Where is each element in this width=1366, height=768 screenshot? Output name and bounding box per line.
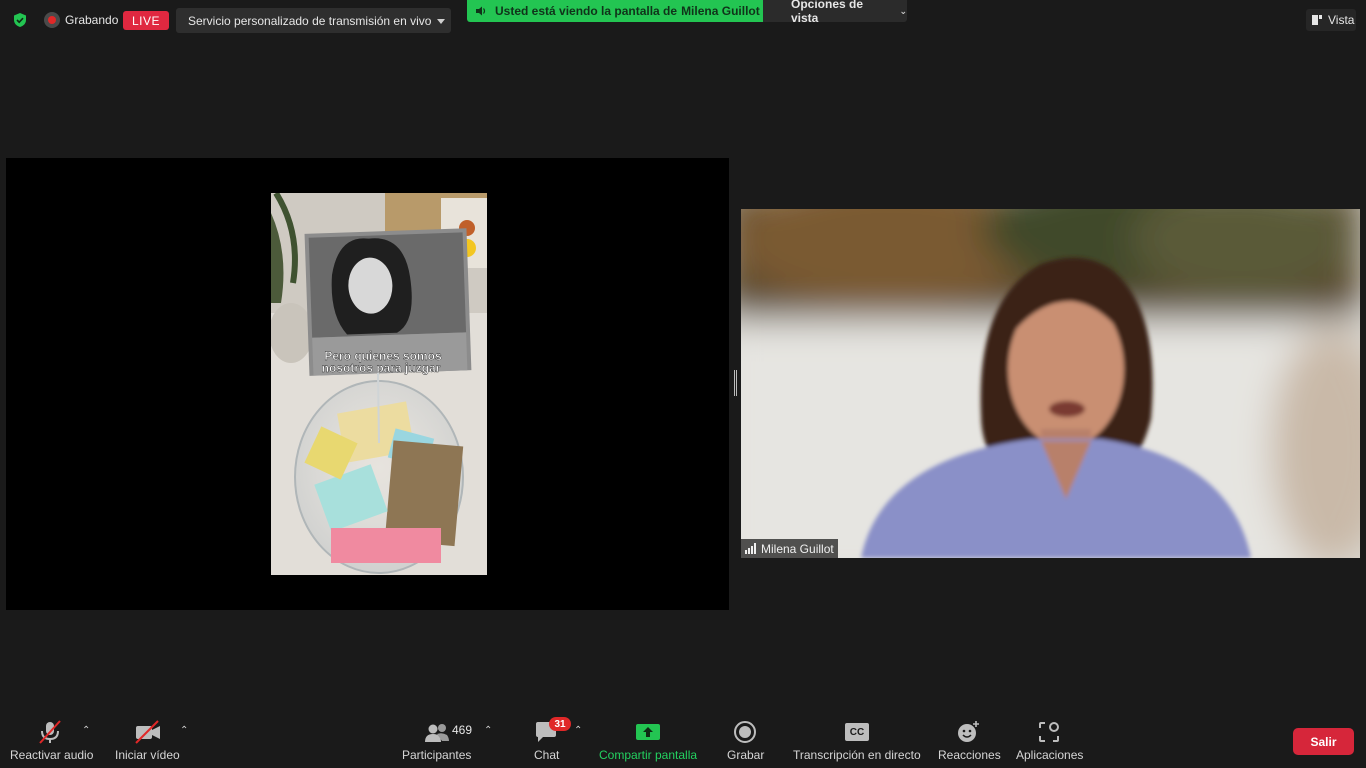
unmute-audio-label: Reactivar audio [10, 748, 94, 762]
shared-screen-image: Pero quienes somos nosotros para juzgar [271, 193, 487, 575]
zoom-meeting-window: Grabando LIVE Servicio personalizado de … [0, 0, 1366, 768]
stream-service-dropdown[interactable]: Servicio personalizado de transmisión en… [176, 8, 451, 33]
unmute-audio-button[interactable]: Reactivar audio [0, 712, 100, 768]
signal-strength-icon [745, 543, 756, 554]
recording-icon[interactable] [44, 12, 60, 28]
live-badge[interactable]: LIVE [123, 11, 169, 30]
apps-button[interactable]: Aplicaciones [1012, 712, 1086, 768]
chat-unread-badge: 31 [549, 717, 571, 731]
chevron-down-icon: ⌄ [899, 5, 907, 16]
share-screen-arrow-icon [636, 724, 660, 740]
share-banner-text: Usted está viendo la pantalla de [495, 4, 678, 18]
view-layout-button[interactable]: Vista [1306, 9, 1356, 31]
apps-label: Aplicaciones [1016, 748, 1084, 762]
live-transcription-label: Transcripción en directo [793, 748, 921, 762]
participants-icon [425, 724, 449, 742]
recording-label: Grabando [65, 13, 119, 27]
video-camera-off-icon [135, 720, 160, 744]
microphone-muted-icon [39, 720, 61, 744]
resize-divider-handle[interactable] [734, 370, 737, 396]
view-options-label: Opciones de vista [791, 0, 864, 25]
start-video-button[interactable]: Iniciar vídeo [110, 712, 190, 768]
start-video-label: Iniciar vídeo [115, 748, 180, 762]
view-layout-label: Vista [1328, 13, 1355, 27]
reactions-button[interactable]: Reacciones [934, 712, 1002, 768]
share-screen-button[interactable]: Compartir pantalla [596, 712, 700, 768]
record-icon [734, 721, 756, 743]
participants-count: 469 [452, 723, 473, 737]
record-button[interactable]: Grabar [722, 712, 768, 768]
participants-button[interactable]: Participantes [398, 712, 478, 768]
shared-caption-line2: nosotros para juzgar [322, 361, 441, 375]
participants-label: Participantes [402, 748, 472, 762]
record-label: Grabar [727, 748, 765, 762]
speaker-icon [476, 6, 486, 16]
closed-captions-icon: CC [845, 723, 869, 741]
chat-options-caret-icon[interactable]: ⌃ [574, 725, 582, 736]
security-shield-icon[interactable] [12, 12, 28, 28]
audio-options-caret-icon[interactable]: ⌃ [82, 725, 90, 736]
shared-screen-area[interactable]: Pero quienes somos nosotros para juzgar [6, 158, 729, 610]
share-banner-presenter: Milena Guillot [681, 4, 760, 18]
stream-service-label: Servicio personalizado de transmisión en… [188, 14, 432, 28]
screen-share-banner: Usted está viendo la pantalla de Milena … [467, 0, 763, 22]
view-options-button[interactable]: Opciones de vista ⌄ [763, 0, 907, 25]
layout-grid-icon [1312, 15, 1322, 25]
participant-video-tile[interactable]: Milena Guillot [741, 209, 1360, 558]
apps-icon [1039, 722, 1059, 742]
video-options-caret-icon[interactable]: ⌃ [180, 725, 188, 736]
reactions-label: Reacciones [938, 748, 1001, 762]
caret-down-icon [437, 19, 445, 24]
participants-options-caret-icon[interactable]: ⌃ [484, 725, 492, 736]
share-screen-label: Compartir pantalla [599, 748, 698, 762]
top-bar: Grabando LIVE Servicio personalizado de … [0, 0, 1366, 40]
participant-video-frame [741, 209, 1360, 558]
participant-name: Milena Guillot [761, 541, 834, 556]
live-transcription-button[interactable]: CC Transcripción en directo [790, 712, 924, 768]
chat-label: Chat [534, 748, 560, 762]
leave-meeting-button[interactable]: Salir [1293, 728, 1354, 755]
participant-name-tag: Milena Guillot [741, 539, 838, 558]
smiley-add-icon [958, 721, 979, 742]
meeting-toolbar: Reactivar audio ⌃ Iniciar vídeo ⌃ Partic… [0, 712, 1366, 768]
